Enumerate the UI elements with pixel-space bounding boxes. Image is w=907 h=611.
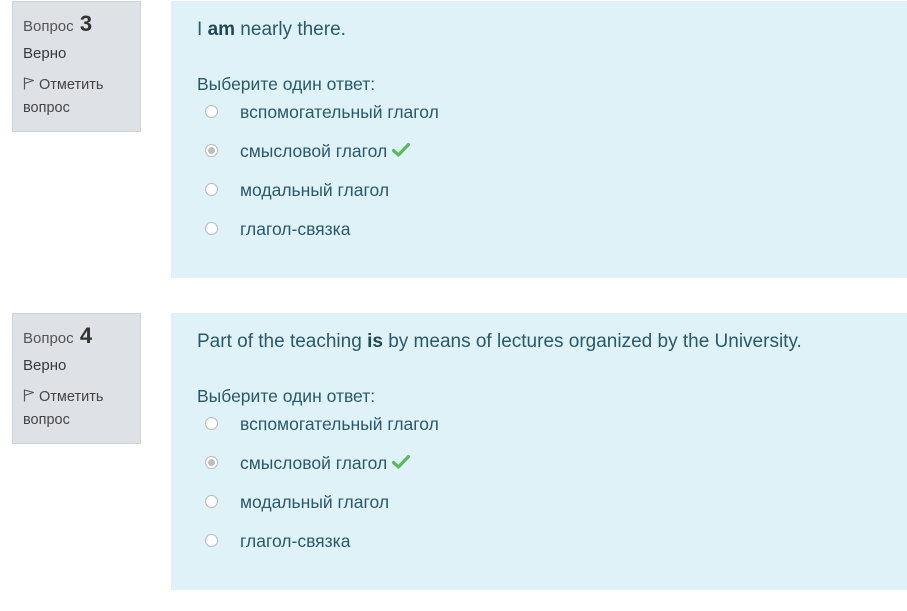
question-info: Вопрос 3 Верно Отметить вопрос: [12, 1, 141, 132]
answer-radio[interactable]: [205, 417, 218, 430]
correct-check-icon: [392, 452, 411, 469]
flag-icon: [23, 75, 35, 90]
answer-option[interactable]: глагол-связка: [197, 218, 881, 257]
answer-radio[interactable]: [205, 222, 218, 235]
answer-option[interactable]: модальный глагол: [197, 491, 881, 530]
flag-label: Отметить вопрос: [23, 389, 104, 428]
question-number: Вопрос 3: [23, 10, 130, 38]
answer-prompt: Выберите один ответ:: [197, 74, 376, 94]
answer-radio[interactable]: [205, 105, 218, 118]
answer-label: вспомогательный глагол: [240, 102, 439, 122]
answer-option[interactable]: модальный глагол: [197, 179, 881, 218]
question-number-value: 4: [79, 323, 93, 348]
question-content: Part of the teaching is by means of lect…: [171, 313, 907, 590]
answer-radio[interactable]: [205, 495, 218, 508]
question-text: I am nearly there.: [197, 17, 881, 43]
answer-label: вспомогательный глагол: [240, 414, 439, 434]
answer-label: модальный глагол: [240, 492, 390, 512]
answer-list: вспомогательный глагол смысловой глагол …: [197, 413, 881, 569]
question-state: Верно: [23, 357, 67, 374]
answer-radio[interactable]: [205, 534, 218, 547]
question-text-after: nearly there.: [235, 19, 346, 40]
answer-label: глагол-связка: [240, 219, 351, 239]
answer-option[interactable]: смысловой глагол: [197, 140, 881, 179]
question-info: Вопрос 4 Верно Отметить вопрос: [12, 313, 141, 444]
question-text-bold: am: [207, 19, 236, 40]
answer-label: смысловой глагол: [240, 141, 388, 161]
answer-option[interactable]: глагол-связка: [197, 530, 881, 569]
flag-icon: [23, 387, 35, 402]
flag-question-link[interactable]: Отметить вопрос: [23, 74, 130, 120]
answer-label: смысловой глагол: [240, 453, 388, 473]
question-number-value: 3: [79, 11, 93, 36]
answer-label: глагол-связка: [240, 531, 351, 551]
question-label: Вопрос: [23, 330, 74, 347]
question-state: Верно: [23, 45, 67, 62]
correct-check-icon: [392, 140, 411, 157]
answer-option[interactable]: вспомогательный глагол: [197, 101, 881, 140]
answer-prompt: Выберите один ответ:: [197, 386, 376, 406]
answer-option[interactable]: вспомогательный глагол: [197, 413, 881, 452]
question-text-before: Part of the teaching: [197, 331, 368, 352]
question-text-before: I: [197, 19, 208, 40]
question-text-bold: is: [367, 331, 383, 352]
question-content: I am nearly there. Выберите один ответ: …: [171, 1, 907, 278]
question-number: Вопрос 4: [23, 322, 130, 350]
question-label: Вопрос: [23, 18, 74, 35]
answer-radio[interactable]: [205, 456, 218, 469]
flag-question-link[interactable]: Отметить вопрос: [23, 386, 130, 432]
question-text: Part of the teaching is by means of lect…: [197, 329, 881, 355]
answer-option[interactable]: смысловой глагол: [197, 452, 881, 491]
answer-list: вспомогательный глагол смысловой глагол …: [197, 101, 881, 257]
answer-radio[interactable]: [205, 183, 218, 196]
answer-label: модальный глагол: [240, 180, 390, 200]
question-text-after: by means of lectures organized by the Un…: [382, 331, 802, 352]
flag-label: Отметить вопрос: [23, 77, 104, 116]
answer-radio[interactable]: [205, 144, 218, 157]
